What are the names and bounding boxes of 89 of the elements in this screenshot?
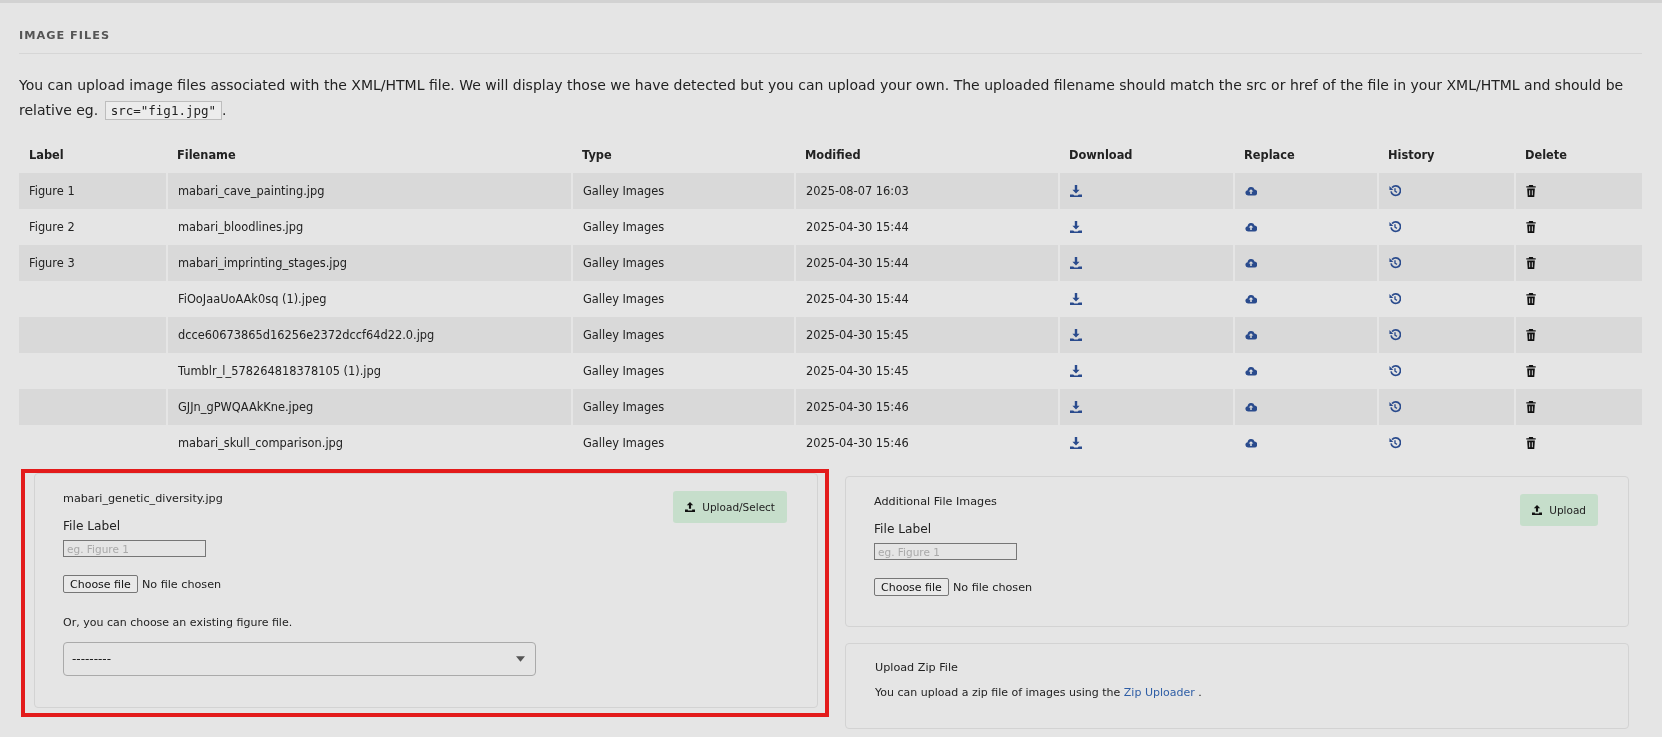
history-icon[interactable] bbox=[1389, 293, 1401, 305]
trash-icon[interactable] bbox=[1526, 257, 1536, 269]
cloud-upload-icon[interactable] bbox=[1245, 293, 1257, 305]
hint-text: Or, you can choose an existing figure file. bbox=[63, 615, 293, 631]
history-icon[interactable] bbox=[1389, 221, 1401, 233]
filename-text: dcce60673865d16256e2372dccf64d22.0.jpg bbox=[178, 328, 435, 342]
column-header: Modified bbox=[805, 148, 861, 162]
choose-file-button[interactable]: Choose file bbox=[874, 578, 949, 596]
trash-icon[interactable] bbox=[1526, 437, 1536, 449]
filename-text: GJJn_gPWQAAkKne.jpeg bbox=[178, 400, 314, 414]
cloud-upload-icon[interactable] bbox=[1245, 401, 1257, 413]
column-header: Filename bbox=[177, 148, 236, 162]
file-label-field[interactable]: eg. Figure 1 bbox=[874, 543, 1017, 560]
file-type-text: Galley Images bbox=[583, 436, 665, 450]
figure-select-dropdown[interactable]: --------- bbox=[63, 642, 536, 676]
column-header: History bbox=[1388, 148, 1435, 162]
figure-label: Figure 2 bbox=[29, 220, 75, 234]
file-type-text: Galley Images bbox=[583, 328, 665, 342]
trash-icon[interactable] bbox=[1526, 401, 1536, 413]
download-icon[interactable] bbox=[1070, 437, 1082, 449]
modified-date: 2025-08-07 16:03 bbox=[806, 184, 909, 198]
file-type-text: Galley Images bbox=[583, 220, 665, 234]
cloud-upload-icon[interactable] bbox=[1245, 221, 1257, 233]
download-icon[interactable] bbox=[1070, 221, 1082, 233]
cloud-upload-icon[interactable] bbox=[1245, 437, 1257, 449]
trash-icon[interactable] bbox=[1526, 185, 1536, 197]
column-header: Label bbox=[29, 148, 64, 162]
file-type-text: Galley Images bbox=[583, 256, 665, 270]
trash-icon[interactable] bbox=[1526, 293, 1536, 305]
modified-date: 2025-04-30 15:46 bbox=[806, 436, 909, 450]
filename-text: mabari_skull_comparison.jpg bbox=[178, 436, 343, 450]
history-icon[interactable] bbox=[1389, 437, 1401, 449]
filename-text: FiOoJaaUoAAk0sq (1).jpeg bbox=[178, 292, 327, 306]
intro-text: You can upload image files associated with the XML/HTML file. We will display those we have detected but you can upload your own. The uploaded filename should match the src or href of the file in your XML/HTML and should be relative eg. src="fig1.jpg" . bbox=[19, 76, 1625, 122]
modified-date: 2025-04-30 15:45 bbox=[806, 328, 909, 342]
panel-title: Upload Zip File bbox=[875, 660, 959, 676]
section-title: IMAGE FILES bbox=[19, 3, 1642, 54]
file-status-text: No file chosen bbox=[952, 580, 1033, 594]
modified-date: 2025-04-30 15:44 bbox=[806, 292, 909, 306]
history-icon[interactable] bbox=[1389, 185, 1401, 197]
download-icon[interactable] bbox=[1070, 365, 1082, 377]
panel-title: mabari_genetic_diversity.jpg bbox=[63, 491, 223, 507]
trash-icon[interactable] bbox=[1526, 329, 1536, 341]
modified-date: 2025-04-30 15:44 bbox=[806, 256, 909, 270]
modified-date: 2025-04-30 15:44 bbox=[806, 220, 909, 234]
download-icon[interactable] bbox=[1070, 185, 1082, 197]
file-type-text: Galley Images bbox=[583, 292, 665, 306]
download-icon[interactable] bbox=[1070, 257, 1082, 269]
modified-date: 2025-04-30 15:46 bbox=[806, 400, 909, 414]
column-header: Type bbox=[582, 148, 612, 162]
download-icon[interactable] bbox=[1070, 401, 1082, 413]
history-icon[interactable] bbox=[1389, 257, 1401, 269]
history-icon[interactable] bbox=[1389, 329, 1401, 341]
file-type-text: Galley Images bbox=[583, 400, 665, 414]
file-type-text: Galley Images bbox=[583, 184, 665, 198]
filename-text: mabari_cave_painting.jpg bbox=[178, 184, 325, 198]
panel-title: Additional File Images bbox=[874, 494, 997, 510]
caret-down-icon bbox=[516, 656, 525, 662]
download-icon[interactable] bbox=[1070, 293, 1082, 305]
figure-label: Figure 1 bbox=[29, 184, 75, 198]
cloud-upload-icon[interactable] bbox=[1245, 185, 1257, 197]
modified-date: 2025-04-30 15:45 bbox=[806, 364, 909, 378]
choose-file-button[interactable]: Choose file bbox=[63, 575, 138, 593]
filename-text: mabari_bloodlines.jpg bbox=[178, 220, 304, 234]
history-icon[interactable] bbox=[1389, 401, 1401, 413]
history-icon[interactable] bbox=[1389, 365, 1401, 377]
trash-icon[interactable] bbox=[1526, 365, 1536, 377]
field-label: File Label bbox=[63, 518, 121, 535]
filename-text: Tumblr_l_578264818378105 (1).jpg bbox=[178, 364, 381, 378]
column-header: Download bbox=[1069, 148, 1133, 162]
cloud-upload-icon[interactable] bbox=[1245, 365, 1257, 377]
upload-button[interactable]: Upload/Select bbox=[673, 491, 787, 523]
upload-icon bbox=[1532, 505, 1543, 515]
column-header: Delete bbox=[1525, 148, 1567, 162]
zip-info-text: You can upload a zip file of images using the Zip Uploader . bbox=[875, 685, 1203, 701]
download-icon[interactable] bbox=[1070, 329, 1082, 341]
upload-icon bbox=[685, 502, 696, 512]
column-header: Replace bbox=[1244, 148, 1295, 162]
cloud-upload-icon[interactable] bbox=[1245, 329, 1257, 341]
cloud-upload-icon[interactable] bbox=[1245, 257, 1257, 269]
field-label: File Label bbox=[874, 521, 932, 538]
file-label-field[interactable]: eg. Figure 1 bbox=[63, 540, 206, 557]
filename-text: mabari_imprinting_stages.jpg bbox=[178, 256, 347, 270]
file-status-text: No file chosen bbox=[141, 577, 222, 591]
zip-uploader-link[interactable]: Zip Uploader bbox=[1123, 686, 1195, 699]
file-type-text: Galley Images bbox=[583, 364, 665, 378]
figure-label: Figure 3 bbox=[29, 256, 75, 270]
trash-icon[interactable] bbox=[1526, 221, 1536, 233]
upload-button[interactable]: Upload bbox=[1520, 494, 1598, 526]
